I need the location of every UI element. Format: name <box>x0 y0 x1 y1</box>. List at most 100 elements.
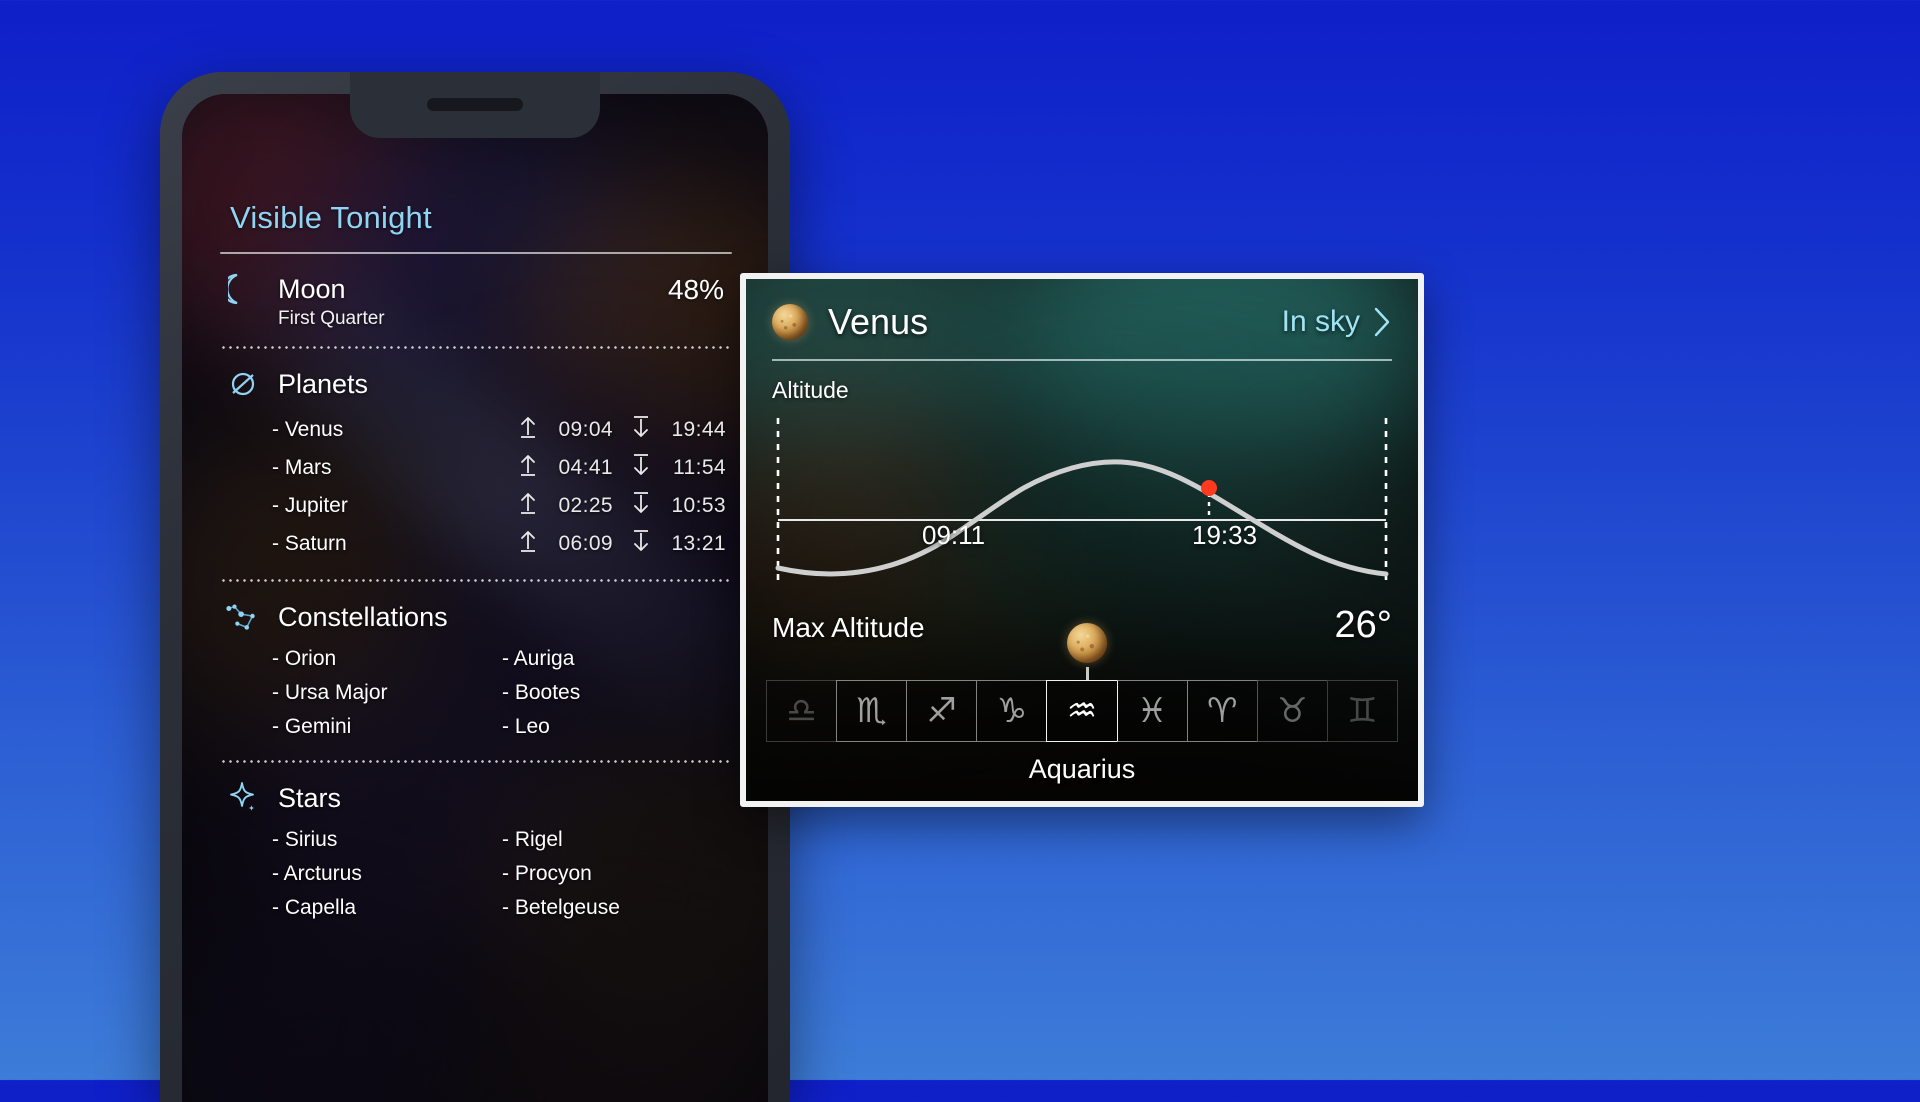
earpiece-speaker <box>427 98 523 111</box>
zodiac-cell-sagittarius[interactable]: ♐ <box>906 680 977 742</box>
planet-rise: 06:09 <box>518 529 613 559</box>
zodiac-cell-aquarius[interactable]: ♒ <box>1046 680 1117 742</box>
rise-arrow-icon <box>518 453 538 483</box>
set-arrow-icon <box>631 453 651 483</box>
planet-rise-time: 04:41 <box>558 456 613 479</box>
planet-times: 02:25 10:53 <box>518 491 726 521</box>
venus-detail-card[interactable]: Venus In sky Altitude 09:11 19:33 Max Al… <box>740 273 1424 807</box>
planet-set-time: 10:53 <box>671 494 726 517</box>
section-planets[interactable]: Planets - Venus 09:04 19:44 - Mars 04:41 11:5… <box>220 349 732 563</box>
crescent-moon-icon <box>226 272 260 306</box>
planet-rise-time: 06:09 <box>558 532 613 555</box>
moon-illumination-value: 48% <box>667 274 724 305</box>
planet-set: 13:21 <box>631 529 726 559</box>
planet-rise: 04:41 <box>518 453 613 483</box>
chart-set-time: 19:33 <box>1192 520 1258 550</box>
set-arrow-icon <box>631 491 651 521</box>
ringed-planet-icon <box>226 367 260 401</box>
list-item[interactable]: - Capella <box>272 891 502 925</box>
phone-screen: Visible Tonight Moon First Quarter 48% P… <box>182 94 768 1102</box>
venus-sphere-icon <box>772 304 808 340</box>
zodiac-section: ♎ ♏ ♐ ♑ ♒ ♓ ♈ ♉ ♊ Aquarius <box>746 618 1418 801</box>
planet-set-time: 13:21 <box>671 532 726 555</box>
section-title-constellations: Constellations <box>278 601 448 632</box>
constellation-dots-icon <box>226 600 260 634</box>
venus-header-divider <box>772 359 1392 361</box>
in-sky-status-button[interactable]: In sky <box>1282 305 1392 339</box>
planet-name: - Saturn <box>272 532 347 555</box>
current-position-dot <box>1201 480 1217 496</box>
zodiac-marker-tick <box>1085 667 1089 680</box>
list-item[interactable]: - Sirius <box>272 823 502 857</box>
list-item[interactable]: - Bootes <box>502 676 732 710</box>
planet-name: - Mars <box>272 456 332 479</box>
rise-arrow-icon <box>518 415 538 445</box>
phone-device-frame: Visible Tonight Moon First Quarter 48% P… <box>160 72 790 1102</box>
phone-notch <box>350 72 600 138</box>
list-item[interactable]: - Rigel <box>502 823 732 857</box>
page-title: Visible Tonight <box>230 200 432 235</box>
chevron-right-icon <box>1374 307 1390 337</box>
section-title-moon: Moon <box>278 273 346 304</box>
planet-set: 11:54 <box>631 453 726 483</box>
planet-set: 19:44 <box>631 415 726 445</box>
rise-arrow-icon <box>518 491 538 521</box>
list-item[interactable]: - Leo <box>502 710 732 744</box>
planet-rise-time: 09:04 <box>558 418 613 441</box>
in-sky-label: In sky <box>1281 305 1360 338</box>
zodiac-cell-gemini[interactable]: ♊ <box>1326 680 1398 742</box>
planet-row[interactable]: - Jupiter 02:25 10:53 <box>220 487 732 525</box>
list-item[interactable]: - Gemini <box>272 710 502 744</box>
list-item[interactable]: - Betelgeuse <box>502 891 732 925</box>
venus-card-header: Venus In sky <box>772 301 1392 343</box>
planet-name: - Venus <box>272 418 344 441</box>
planet-name: - Jupiter <box>272 494 348 517</box>
star-column-left: - Sirius - Arcturus - Capella <box>272 823 502 925</box>
zodiac-cell-libra[interactable]: ♎ <box>766 680 837 742</box>
list-item[interactable]: - Auriga <box>502 642 732 676</box>
rise-arrow-icon <box>518 529 538 559</box>
zodiac-cell-scorpio[interactable]: ♏ <box>836 680 907 742</box>
zodiac-cell-capricorn[interactable]: ♑ <box>976 680 1047 742</box>
planet-row[interactable]: - Mars 04:41 11:54 <box>220 449 732 487</box>
planet-times: 09:04 19:44 <box>518 415 726 445</box>
constellation-column-left: - Orion - Ursa Major - Gemini <box>272 642 502 744</box>
section-title-stars: Stars <box>278 782 342 813</box>
planet-rise: 02:25 <box>518 491 613 521</box>
planet-set: 10:53 <box>631 491 726 521</box>
venus-title: Venus <box>828 301 929 342</box>
planet-times: 04:41 11:54 <box>518 453 726 483</box>
set-arrow-icon <box>631 529 651 559</box>
zodiac-cell-pisces[interactable]: ♓ <box>1116 680 1187 742</box>
planet-set-time: 19:44 <box>671 418 726 441</box>
planet-times: 06:09 13:21 <box>518 529 726 559</box>
list-item[interactable]: - Orion <box>272 642 502 676</box>
planet-set-time: 11:54 <box>673 456 726 479</box>
zodiac-cell-taurus[interactable]: ♉ <box>1256 680 1327 742</box>
planet-row[interactable]: - Venus 09:04 19:44 <box>220 411 732 449</box>
list-item[interactable]: - Arcturus <box>272 857 502 891</box>
set-arrow-icon <box>631 415 651 445</box>
venus-zodiac-sphere-icon <box>1067 623 1108 663</box>
section-moon[interactable]: Moon First Quarter 48% <box>220 254 732 330</box>
zodiac-sign-name: Aquarius <box>1028 754 1136 784</box>
moon-phase-label: First Quarter <box>278 308 385 329</box>
altitude-chart[interactable]: 09:11 19:33 <box>772 408 1392 590</box>
altitude-chart-label: Altitude <box>772 377 849 403</box>
list-item[interactable]: - Ursa Major <box>272 676 502 710</box>
zodiac-position-marker <box>746 618 1418 680</box>
section-constellations[interactable]: Constellations - Orion - Ursa Major - Gemi… <box>220 582 732 744</box>
zodiac-cell-aries[interactable]: ♈ <box>1186 680 1257 742</box>
section-stars[interactable]: Stars - Sirius - Arcturus - Capella - Rige… <box>220 763 732 925</box>
sparkle-star-icon <box>226 781 260 815</box>
list-item[interactable]: - Procyon <box>502 857 732 891</box>
planet-rise-time: 02:25 <box>558 494 613 517</box>
planet-list: - Venus 09:04 19:44 - Mars 04:41 11:54 - Jupit… <box>220 411 732 563</box>
visible-tonight-widget: Visible Tonight Moon First Quarter 48% P… <box>220 186 732 1102</box>
star-column-right: - Rigel - Procyon - Betelgeuse <box>502 823 732 925</box>
planet-row[interactable]: - Saturn 06:09 13:21 <box>220 525 732 563</box>
chart-rise-time: 09:11 <box>922 520 986 550</box>
chart-altitude-curve <box>775 459 1389 577</box>
zodiac-strip[interactable]: ♎ ♏ ♐ ♑ ♒ ♓ ♈ ♉ ♊ <box>766 680 1398 742</box>
section-title-planets: Planets <box>278 368 369 399</box>
